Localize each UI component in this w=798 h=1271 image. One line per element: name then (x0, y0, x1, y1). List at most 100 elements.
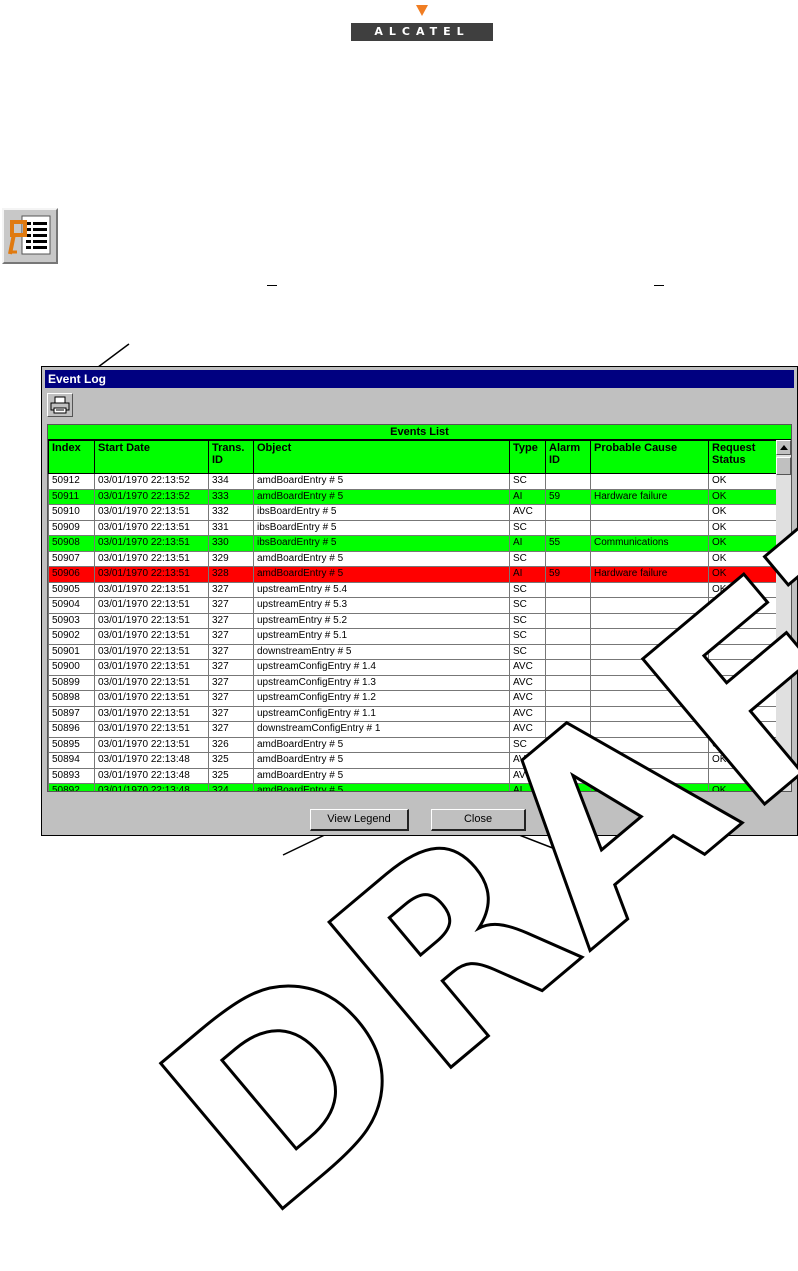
cell-status: OK (708, 550, 777, 567)
cell-object: upstreamEntry # 5.4 (253, 581, 510, 598)
view-legend-button[interactable]: View Legend (310, 809, 409, 831)
column-header[interactable]: Request Status (708, 440, 777, 474)
table-row[interactable]: 50895 03/01/1970 22:13:51 326 amdBoardEntry… (48, 736, 777, 753)
cell-status (708, 643, 777, 660)
column-header[interactable]: Alarm ID (545, 440, 591, 474)
cell-trans: 327 (208, 597, 254, 614)
cell-cause (590, 721, 709, 738)
cell-type: AI (509, 566, 546, 583)
cell-date: 03/01/1970 22:13:48 (94, 752, 209, 769)
scroll-up-button[interactable] (776, 440, 791, 455)
cell-type: SC (509, 473, 546, 490)
alcatel-logo-triangle-icon (416, 5, 428, 16)
cell-type: AI (509, 488, 546, 505)
events-table: Index Start Date Trans. ID Object Type Alarm … (48, 440, 777, 791)
table-row[interactable]: 50904 03/01/1970 22:13:51 327 upstreamEntry… (48, 597, 777, 614)
column-header[interactable]: Trans. ID (208, 440, 254, 474)
cell-cause (590, 628, 709, 645)
cell-cause: Communications (590, 535, 709, 552)
table-row[interactable]: 50897 03/01/1970 22:13:51 327 upstreamConfi… (48, 705, 777, 722)
cell-alarm (545, 550, 591, 567)
column-header[interactable]: Object (253, 440, 510, 474)
table-body: 50912 03/01/1970 22:13:52 334 amdBoardEntry… (48, 473, 777, 791)
cell-type: SC (509, 643, 546, 660)
cell-alarm (545, 581, 591, 598)
table-row[interactable]: 50906 03/01/1970 22:13:51 328 amdBoardEntry… (48, 566, 777, 583)
table-row[interactable]: 50911 03/01/1970 22:13:52 333 amdBoardEntry… (48, 488, 777, 505)
table-row[interactable]: 50898 03/01/1970 22:13:51 327 upstreamConfi… (48, 690, 777, 707)
cell-object: amdBoardEntry # 5 (253, 473, 510, 490)
cell-cause: Communications (590, 783, 709, 791)
print-button[interactable] (47, 393, 73, 417)
table-header-row: Index Start Date Trans. ID Object Type Alarm … (48, 440, 777, 474)
scroll-thumb[interactable] (776, 457, 791, 475)
table-row[interactable]: 50892 03/01/1970 22:13:48 324 amdBoardEntry… (48, 783, 777, 791)
cell-status: OK (708, 488, 777, 505)
cell-status: OK (708, 581, 777, 598)
cell-type: AI (509, 783, 546, 791)
cell-object: upstreamConfigEntry # 1.2 (253, 690, 510, 707)
cell-index: 50905 (48, 581, 95, 598)
cell-status: OK (708, 504, 777, 521)
table-row[interactable]: 50909 03/01/1970 22:13:51 331 ibsBoardEntry… (48, 519, 777, 536)
cell-status (708, 674, 777, 691)
cell-date: 03/01/1970 22:13:48 (94, 783, 209, 791)
cell-date: 03/01/1970 22:13:51 (94, 535, 209, 552)
table-row[interactable]: 50905 03/01/1970 22:13:51 327 upstreamEntry… (48, 581, 777, 598)
vertical-scrollbar[interactable] (776, 440, 791, 791)
cell-trans: 327 (208, 643, 254, 660)
table-row[interactable]: 50902 03/01/1970 22:13:51 327 upstreamEntry… (48, 628, 777, 645)
cell-date: 03/01/1970 22:13:52 (94, 488, 209, 505)
cell-index: 50908 (48, 535, 95, 552)
cell-type: SC (509, 736, 546, 753)
cell-date: 03/01/1970 22:13:52 (94, 473, 209, 490)
column-header[interactable]: Type (509, 440, 546, 474)
table-row[interactable]: 50910 03/01/1970 22:13:51 332 ibsBoardEntry… (48, 504, 777, 521)
cell-object: amdBoardEntry # 5 (253, 566, 510, 583)
cell-status: OK (708, 473, 777, 490)
cell-cause: Hardware failure (590, 566, 709, 583)
table-row[interactable]: 50908 03/01/1970 22:13:51 330 ibsBoardEntry… (48, 535, 777, 552)
cell-status (708, 628, 777, 645)
event-log-icon[interactable] (2, 208, 58, 264)
table-row[interactable]: 50900 03/01/1970 22:13:51 327 upstreamConfi… (48, 659, 777, 676)
cell-type: AVC (509, 705, 546, 722)
column-header[interactable]: Start Date (94, 440, 209, 474)
table-row[interactable]: 50894 03/01/1970 22:13:48 325 amdBoardEntry… (48, 752, 777, 769)
cell-object: ibsBoardEntry # 5 (253, 504, 510, 521)
cell-type: SC (509, 628, 546, 645)
column-header[interactable]: Index (48, 440, 95, 474)
cell-cause (590, 643, 709, 660)
table-row[interactable]: 50899 03/01/1970 22:13:51 327 upstreamConfi… (48, 674, 777, 691)
events-list-grid: Events List Index Start Date Trans. ID Obje… (47, 424, 792, 792)
cell-status: OK (708, 519, 777, 536)
cell-date: 03/01/1970 22:13:51 (94, 504, 209, 521)
cell-alarm: 55 (545, 535, 591, 552)
event-log-window: Event Log Events List Index Start Date Tra… (41, 366, 798, 836)
table-row[interactable]: 50901 03/01/1970 22:13:51 327 downstreamEnt… (48, 643, 777, 660)
cell-trans: 334 (208, 473, 254, 490)
cell-index: 50903 (48, 612, 95, 629)
column-header[interactable]: Probable Cause (590, 440, 709, 474)
cell-status (708, 597, 777, 614)
cell-status: OK (708, 783, 777, 791)
cell-date: 03/01/1970 22:13:51 (94, 674, 209, 691)
table-row[interactable]: 50903 03/01/1970 22:13:51 327 upstreamEntry… (48, 612, 777, 629)
cell-alarm (545, 612, 591, 629)
cell-object: upstreamConfigEntry # 1.1 (253, 705, 510, 722)
cell-type: SC (509, 581, 546, 598)
cell-date: 03/01/1970 22:13:51 (94, 705, 209, 722)
cell-index: 50897 (48, 705, 95, 722)
cell-date: 03/01/1970 22:13:51 (94, 581, 209, 598)
table-row[interactable]: 50907 03/01/1970 22:13:51 329 amdBoardEntry… (48, 550, 777, 567)
table-row[interactable]: 50912 03/01/1970 22:13:52 334 amdBoardEntry… (48, 473, 777, 490)
cell-status (708, 721, 777, 738)
cell-type: AVC (509, 752, 546, 769)
cell-cause (590, 519, 709, 536)
table-row[interactable]: 50896 03/01/1970 22:13:51 327 downstreamCon… (48, 721, 777, 738)
close-button[interactable]: Close (431, 809, 526, 831)
table-row[interactable]: 50893 03/01/1970 22:13:48 325 amdBoardEntry… (48, 767, 777, 784)
cell-alarm (545, 628, 591, 645)
cell-trans: 327 (208, 659, 254, 676)
cell-alarm (545, 705, 591, 722)
